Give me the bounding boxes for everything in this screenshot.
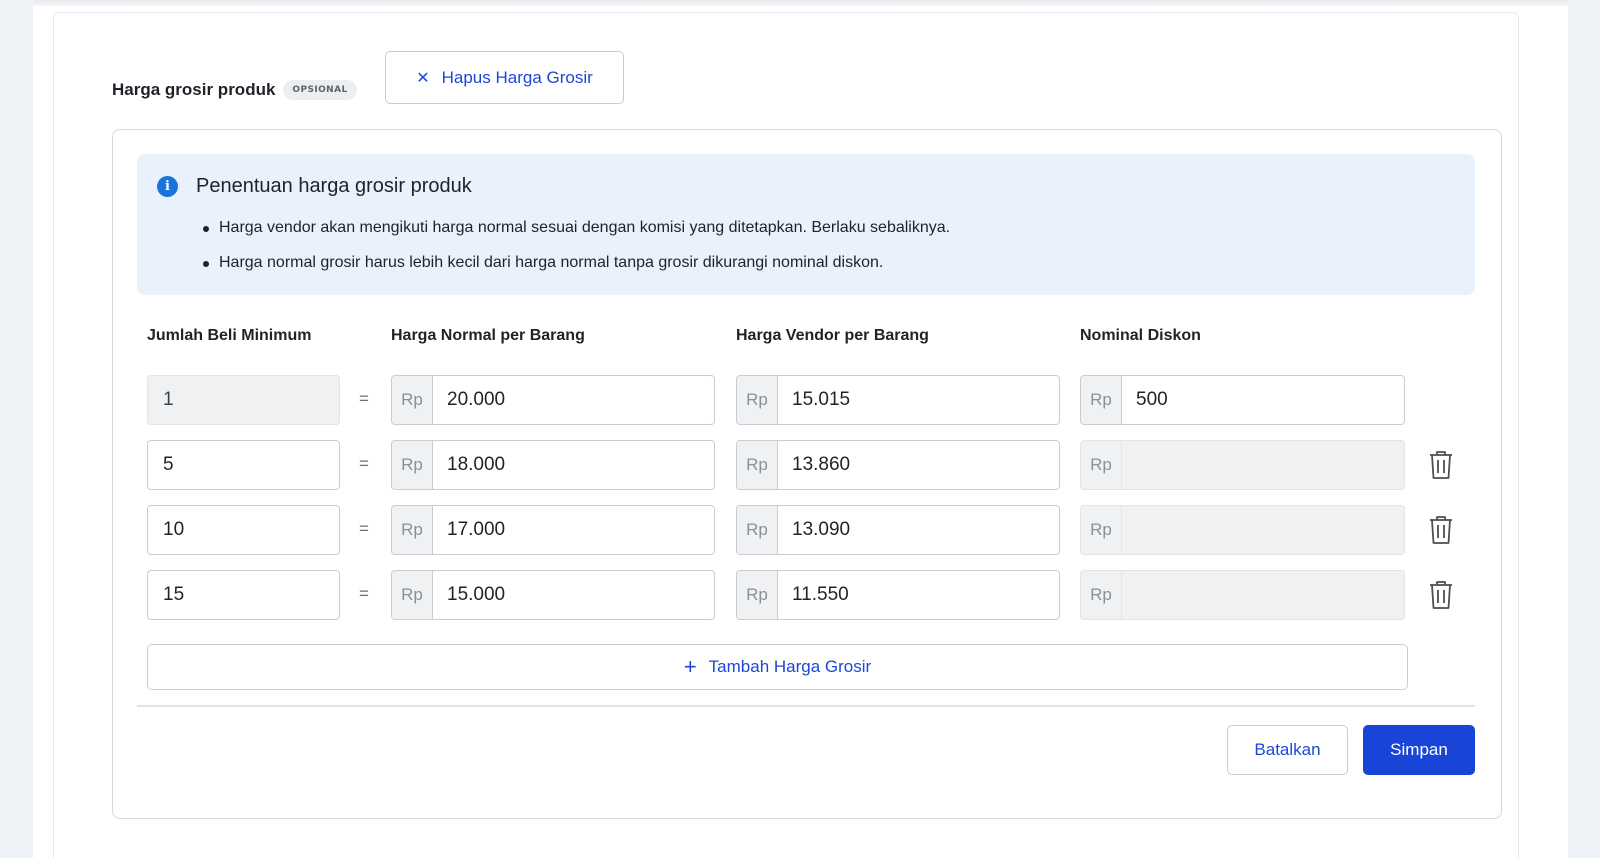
info-bullet: Harga normal grosir harus lebih kecil da… (202, 253, 950, 288)
currency-prefix: Rp (737, 506, 778, 554)
vendor-price-field[interactable]: Rp 13.860 (736, 440, 1060, 490)
top-shadow (33, 0, 1568, 6)
normal-price-value[interactable]: 18.000 (433, 441, 714, 489)
form-card: Harga grosir produk OPSIONAL ✕ Hapus Har… (53, 12, 1519, 858)
vendor-price-field[interactable]: Rp 15.015 (736, 375, 1060, 425)
normal-price-field[interactable]: Rp 20.000 (391, 375, 715, 425)
normal-price-value[interactable]: 17.000 (433, 506, 714, 554)
currency-prefix: Rp (737, 376, 778, 424)
column-header-vendor-price: Harga Vendor per Barang (736, 327, 929, 344)
vendor-price-value[interactable]: 15.015 (778, 376, 1059, 424)
cancel-button[interactable]: Batalkan (1227, 725, 1348, 775)
discount-field: Rp (1080, 570, 1405, 620)
discount-value (1122, 571, 1404, 619)
vendor-price-field[interactable]: Rp 11.550 (736, 570, 1060, 620)
normal-price-field[interactable]: Rp 15.000 (391, 570, 715, 620)
currency-prefix: Rp (392, 441, 433, 489)
discount-field: Rp (1080, 440, 1405, 490)
vendor-price-value[interactable]: 13.860 (778, 441, 1059, 489)
equals-sign: = (359, 584, 369, 603)
equals-sign: = (359, 519, 369, 538)
normal-price-value[interactable]: 20.000 (433, 376, 714, 424)
divider (137, 705, 1475, 707)
discount-value (1122, 506, 1404, 554)
right-gutter (1568, 0, 1600, 858)
trash-icon[interactable] (1427, 515, 1455, 545)
currency-prefix: Rp (1081, 571, 1122, 619)
optional-badge: OPSIONAL (283, 80, 357, 100)
info-bullet: Harga vendor akan mengikuti harga normal… (202, 218, 950, 253)
vendor-price-value[interactable]: 11.550 (778, 571, 1059, 619)
remove-wholesale-label: Hapus Harga Grosir (441, 67, 593, 87)
vendor-price-field[interactable]: Rp 13.090 (736, 505, 1060, 555)
discount-value[interactable]: 500 (1122, 376, 1404, 424)
currency-prefix: Rp (1081, 376, 1122, 424)
discount-value (1122, 441, 1404, 489)
price-row: 5 = Rp 18.000 Rp 13.860 Rp (113, 440, 1501, 490)
currency-prefix: Rp (737, 441, 778, 489)
normal-price-value[interactable]: 15.000 (433, 571, 714, 619)
price-row: 15 = Rp 15.000 Rp 11.550 Rp (113, 570, 1501, 620)
min-qty-field[interactable]: 15 (147, 570, 340, 620)
save-button[interactable]: Simpan (1363, 725, 1475, 775)
section-label: Harga grosir produk OPSIONAL (112, 80, 357, 100)
trash-icon[interactable] (1427, 580, 1455, 610)
currency-prefix: Rp (392, 506, 433, 554)
info-title: Penentuan harga grosir produk (196, 175, 472, 197)
info-icon: i (157, 176, 178, 197)
trash-icon[interactable] (1427, 450, 1455, 480)
wholesale-panel: i Penentuan harga grosir produk Harga ve… (112, 129, 1502, 819)
discount-field[interactable]: Rp 500 (1080, 375, 1405, 425)
close-icon: ✕ (416, 69, 430, 87)
min-qty-field[interactable]: 10 (147, 505, 340, 555)
vendor-price-value[interactable]: 13.090 (778, 506, 1059, 554)
add-wholesale-label: Tambah Harga Grosir (708, 657, 872, 676)
currency-prefix: Rp (392, 376, 433, 424)
price-row: 10 = Rp 17.000 Rp 13.090 Rp (113, 505, 1501, 555)
plus-icon: + (683, 654, 697, 679)
equals-sign: = (359, 454, 369, 473)
column-header-discount: Nominal Diskon (1080, 327, 1201, 344)
column-header-qty: Jumlah Beli Minimum (147, 327, 312, 344)
normal-price-field[interactable]: Rp 17.000 (391, 505, 715, 555)
column-header-normal-price: Harga Normal per Barang (391, 327, 585, 344)
equals-sign: = (359, 389, 369, 408)
section-title: Harga grosir produk (112, 80, 276, 99)
info-box: i Penentuan harga grosir produk Harga ve… (137, 154, 1475, 295)
currency-prefix: Rp (1081, 441, 1122, 489)
price-row: 1 = Rp 20.000 Rp 15.015 Rp 500 (113, 375, 1501, 425)
min-qty-field[interactable]: 5 (147, 440, 340, 490)
currency-prefix: Rp (392, 571, 433, 619)
normal-price-field[interactable]: Rp 18.000 (391, 440, 715, 490)
currency-prefix: Rp (1081, 506, 1122, 554)
remove-wholesale-button[interactable]: ✕ Hapus Harga Grosir (385, 51, 624, 104)
discount-field: Rp (1080, 505, 1405, 555)
add-wholesale-button[interactable]: + Tambah Harga Grosir (147, 644, 1408, 690)
info-list: Harga vendor akan mengikuti harga normal… (202, 218, 950, 288)
page-content: Harga grosir produk OPSIONAL ✕ Hapus Har… (33, 0, 1568, 858)
min-qty-field: 1 (147, 375, 340, 425)
currency-prefix: Rp (737, 571, 778, 619)
